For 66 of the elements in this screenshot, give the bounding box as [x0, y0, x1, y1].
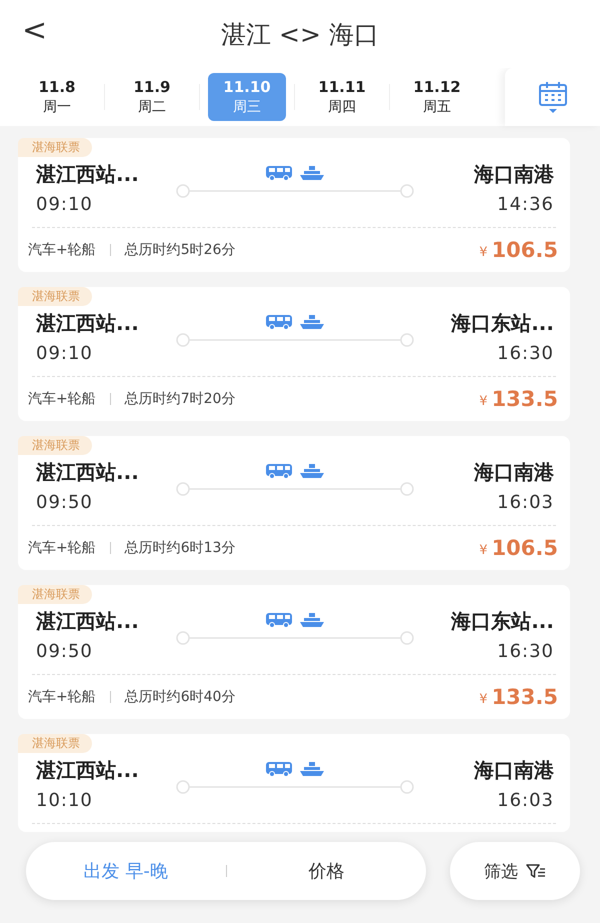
- trip-card[interactable]: 湛海联票 湛江西站... 09:10 海口南港 14:36 汽车+轮船 总历时约5时26分 ¥ 106.5: [18, 138, 570, 272]
- ship-icon: [299, 761, 325, 777]
- destination-station: 海口南港: [474, 459, 554, 486]
- price: 106.5: [492, 536, 558, 560]
- ticket-tag: 湛海联票: [18, 287, 92, 306]
- transport-mode: 汽车+轮船: [28, 241, 96, 259]
- destination-station: 海口南港: [474, 757, 554, 784]
- back-button[interactable]: <: [22, 16, 48, 46]
- departure-time: 09:50: [36, 641, 94, 662]
- origin-station: 湛江西站...: [36, 161, 140, 188]
- trip-duration: 总历时约6时40分: [124, 688, 236, 706]
- departure-time: 09:10: [36, 343, 94, 364]
- ship-icon: [299, 463, 325, 479]
- ticket-tag: 湛海联票: [18, 436, 92, 455]
- trip-card[interactable]: 湛海联票 湛江西站... 09:10 海口东站... 16:30 汽车+轮船 总历时约7时20分 ¥ 133.5: [18, 287, 570, 421]
- trip-card[interactable]: 湛海联票 湛江西站... 09:50 海口南港 16:03 汽车+轮船 总历时约6时13分 ¥ 106.5: [18, 436, 570, 570]
- filter-button[interactable]: 筛选: [450, 842, 580, 900]
- currency-symbol: ¥: [479, 244, 488, 260]
- price: 133.5: [492, 685, 558, 709]
- currency-symbol: ¥: [479, 692, 488, 706]
- price: 106.5: [492, 238, 558, 262]
- bus-icon: [265, 463, 293, 479]
- departure-time: 10:10: [36, 790, 94, 811]
- arrival-time: 16:30: [497, 641, 554, 662]
- origin-station: 湛江西站...: [36, 608, 140, 635]
- ticket-tag: 湛海联票: [18, 734, 92, 753]
- ship-icon: [299, 314, 325, 330]
- transport-mode: 汽车+轮船: [28, 390, 96, 408]
- date-tab[interactable]: 11.11 周四: [303, 73, 381, 121]
- filter-icon: [526, 863, 546, 879]
- date-tab[interactable]: 11.8 周一: [18, 73, 96, 121]
- arrival-time: 16:03: [497, 492, 554, 513]
- departure-time: 09:10: [36, 194, 94, 215]
- bus-icon: [265, 165, 293, 181]
- bus-icon: [265, 612, 293, 628]
- origin-station: 湛江西站...: [36, 757, 140, 784]
- calendar-icon: [538, 80, 568, 114]
- trip-card[interactable]: 湛海联票 湛江西站... 09:50 海口东站... 16:30 汽车+轮船 总历时约6时40分 ¥ 133.5: [18, 585, 570, 719]
- origin-station: 湛江西站...: [36, 310, 140, 337]
- currency-symbol: ¥: [479, 542, 488, 558]
- trip-card[interactable]: 湛海联票 湛江西站... 10:10 海口南港 16:03: [18, 734, 570, 832]
- bus-icon: [265, 314, 293, 330]
- transport-mode: 汽车+轮船: [28, 539, 96, 557]
- bus-icon: [265, 761, 293, 777]
- destination-station: 海口南港: [474, 161, 554, 188]
- origin-station: 湛江西站...: [36, 459, 140, 486]
- trip-duration: 总历时约6时13分: [124, 539, 236, 557]
- ticket-tag: 湛海联票: [18, 138, 92, 157]
- ship-icon: [299, 612, 325, 628]
- destination-station: 海口东站...: [451, 310, 554, 337]
- date-tab[interactable]: 11.9 周二: [113, 73, 191, 121]
- date-tab[interactable]: 11.12 周五: [398, 73, 476, 121]
- price-sort-button[interactable]: 价格: [226, 842, 426, 900]
- ship-icon: [299, 165, 325, 181]
- currency-symbol: ¥: [479, 394, 488, 408]
- page-title: 湛江 <> 海口: [221, 18, 379, 50]
- destination-station: 海口东站...: [451, 608, 554, 635]
- arrival-time: 16:30: [497, 343, 554, 364]
- arrival-time: 16:03: [497, 790, 554, 811]
- trip-duration: 总历时约7时20分: [124, 390, 236, 408]
- trip-duration: 总历时约5时26分: [124, 241, 236, 259]
- transport-mode: 汽车+轮船: [28, 688, 96, 706]
- arrival-time: 14:36: [497, 194, 554, 215]
- ticket-tag: 湛海联票: [18, 585, 92, 604]
- price: 133.5: [492, 387, 558, 411]
- departure-time: 09:50: [36, 492, 94, 513]
